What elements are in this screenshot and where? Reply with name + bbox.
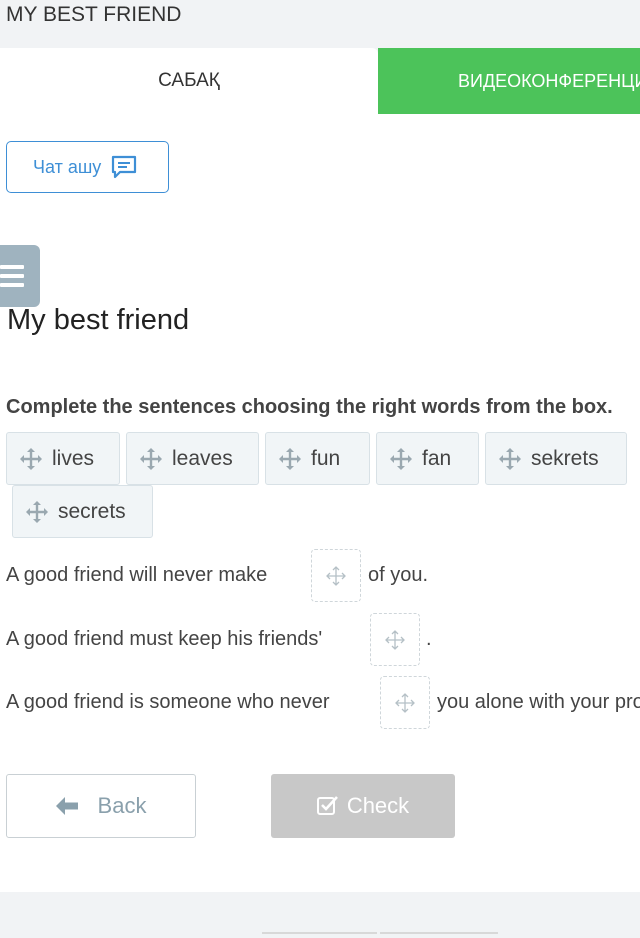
tab-lesson-label: САБАҚ xyxy=(158,70,220,91)
word-chip-label: fun xyxy=(311,446,341,470)
tab-bar: САБАҚ ВИДЕОКОНФЕРЕНЦИЯ xyxy=(0,48,640,114)
drop-zone-1[interactable] xyxy=(311,549,361,602)
word-chip-fun[interactable]: fun xyxy=(265,432,370,485)
word-chip-leaves[interactable]: leaves xyxy=(126,432,259,485)
check-label: Check xyxy=(346,793,410,818)
sentence-3-before: A good friend is someone who never xyxy=(6,691,330,713)
check-button[interactable]: Check xyxy=(271,774,455,838)
sentence-2-after: . xyxy=(426,628,432,650)
lesson-title: My best friend xyxy=(7,304,190,336)
checkbox-icon xyxy=(316,796,338,815)
menu-button[interactable] xyxy=(0,245,40,307)
tab-videoconference-label: ВИДЕОКОНФЕРЕНЦИЯ xyxy=(458,70,640,91)
sentence-1-after: of you. xyxy=(368,564,429,586)
page-title: MY BEST FRIEND xyxy=(6,3,182,26)
tab-videoconference[interactable]: ВИДЕОКОНФЕРЕНЦИЯ xyxy=(378,48,640,114)
word-chip-secrets[interactable]: secrets xyxy=(12,485,153,538)
back-button[interactable]: Back xyxy=(6,774,196,838)
word-chip-label: leaves xyxy=(172,446,233,470)
open-chat-button[interactable]: Чат ашу xyxy=(6,141,169,193)
word-chip-fan[interactable]: fan xyxy=(376,432,479,485)
word-chip-lives[interactable]: lives xyxy=(6,432,120,485)
move-icon xyxy=(499,447,521,470)
move-icon xyxy=(26,500,48,523)
tab-lesson[interactable]: САБАҚ xyxy=(0,48,378,114)
word-chip-label: lives xyxy=(52,446,95,470)
sentence-3-after: you alone with your problems. xyxy=(437,691,640,713)
drop-zone-3[interactable] xyxy=(380,676,430,729)
arrow-left-icon xyxy=(55,797,78,815)
word-chip-label: secrets xyxy=(58,499,126,523)
word-chip-sekrets[interactable]: sekrets xyxy=(485,432,627,485)
word-chip-label: fan xyxy=(422,446,452,470)
move-icon xyxy=(279,447,301,470)
exercise-instruction: Complete the sentences choosing the righ… xyxy=(6,396,613,418)
open-chat-label: Чат ашу xyxy=(33,156,102,177)
move-icon xyxy=(326,565,346,586)
word-chip-label: sekrets xyxy=(531,446,599,470)
sentence-2-before: A good friend must keep his friends' xyxy=(6,628,323,650)
footer-fragment xyxy=(262,932,502,938)
move-icon xyxy=(395,692,415,713)
chat-icon xyxy=(112,155,137,179)
drop-zone-2[interactable] xyxy=(370,613,420,666)
move-icon xyxy=(20,447,42,470)
back-label: Back xyxy=(97,793,147,818)
sentence-1-before: A good friend will never make xyxy=(6,564,268,586)
hamburger-icon xyxy=(0,265,24,269)
move-icon xyxy=(140,447,162,470)
move-icon xyxy=(385,629,405,650)
move-icon xyxy=(390,447,412,470)
lesson-panel: Чат ашу My best friend Complete the sent… xyxy=(0,114,640,892)
